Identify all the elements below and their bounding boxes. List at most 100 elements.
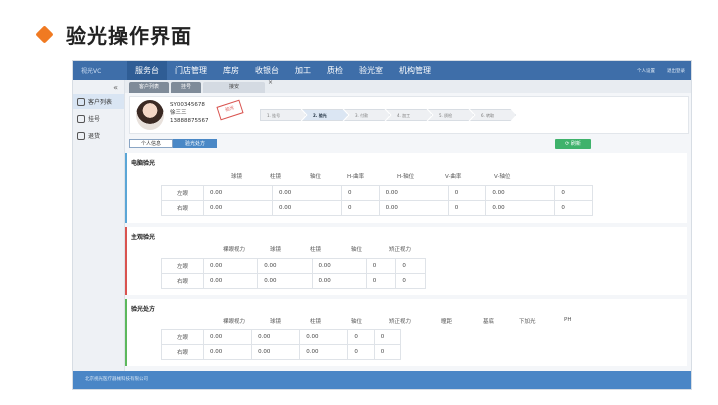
subtab-prescription[interactable]: 验光处方 <box>173 139 217 148</box>
nav-item-cashier[interactable]: 收银台 <box>247 61 287 80</box>
table-cell[interactable]: 0.00 <box>257 273 313 289</box>
table-row: 左眼 0.00 0.00 0.00 0 0 <box>161 258 426 274</box>
diamond-bullet-icon <box>35 25 54 44</box>
nav-item-org[interactable]: 机构管理 <box>391 61 439 80</box>
patient-card: SY00345678 徐三三 13888875567 验光 1. 挂号 2. 验… <box>129 96 689 134</box>
sub-tabs: 个人信息 验光处方 <box>129 139 217 148</box>
table-cell[interactable]: 0 <box>341 185 380 201</box>
nav-item-warehouse[interactable]: 库房 <box>215 61 247 80</box>
step-pickup: 6. 转取 <box>470 109 516 121</box>
refresh-button[interactable]: ⟳ 刷新 <box>555 139 591 149</box>
table-cell[interactable]: 0.00 <box>311 258 367 274</box>
table-cell[interactable]: 0 <box>365 258 397 274</box>
column-header: PH <box>564 317 572 323</box>
app-window: 视光VC 服务台 门店管理 库房 收银台 加工 质检 验光室 机构管理 个人设置… <box>72 60 692 390</box>
sidebar-item-customers[interactable]: 客户列表 <box>73 94 124 109</box>
table-cell[interactable]: 0 <box>554 185 593 201</box>
tab-customer-list[interactable]: 客户列表 <box>129 82 170 93</box>
slide-title: 验光操作界面 <box>35 20 192 49</box>
table-cell[interactable]: 0.00 <box>251 329 301 345</box>
table-cell[interactable]: 0.00 <box>202 200 274 216</box>
eye-label: 右眼 <box>161 273 204 289</box>
logout-link[interactable]: 退出登录 <box>667 68 685 74</box>
id-card-icon <box>77 114 85 123</box>
eye-label: 左眼 <box>161 258 204 274</box>
tab-reception[interactable]: 接安 × <box>203 79 273 93</box>
nav-item-qc[interactable]: 质检 <box>319 61 351 80</box>
table-cell[interactable]: 0 <box>373 329 402 345</box>
table-row: 左眼 0.00 0.00 0.00 0 0 <box>161 329 402 345</box>
nav-item-processing[interactable]: 加工 <box>287 61 319 80</box>
table-cell[interactable]: 0.00 <box>272 200 343 216</box>
prescription-table: 左眼 0.00 0.00 0.00 0 0 右眼 0.00 0.00 0.00 … <box>161 329 402 360</box>
eye-label: 右眼 <box>161 200 204 216</box>
step-qc: 5. 质检 <box>428 109 474 121</box>
column-header: 球镜 <box>270 247 282 253</box>
tab-register[interactable]: 挂号 <box>171 82 202 93</box>
table-cell[interactable]: 0 <box>554 200 593 216</box>
return-icon <box>77 131 85 140</box>
table-cell[interactable]: 0 <box>347 344 375 360</box>
refresh-label: 刷新 <box>570 141 581 147</box>
close-icon[interactable]: × <box>268 77 273 88</box>
top-right-links: 个人设置 退出登录 <box>625 68 691 74</box>
table-row: 右眼 0.00 0.00 0.00 0 0 <box>161 273 426 289</box>
table-cell[interactable]: 0.00 <box>202 258 259 274</box>
column-header: 瞳距 <box>441 319 453 325</box>
table-cell[interactable]: 0.00 <box>311 273 367 289</box>
table-cell[interactable]: 0.00 <box>251 344 301 360</box>
collapse-sidebar-icon[interactable]: « <box>73 84 124 92</box>
column-header: V-曲率 <box>445 174 462 180</box>
column-header: 球镜 <box>231 174 243 180</box>
sidebar-item-register[interactable]: 挂号 <box>73 111 124 126</box>
table-cell[interactable]: 0 <box>373 344 402 360</box>
table-cell[interactable]: 0 <box>395 258 426 274</box>
table-cell[interactable]: 0.00 <box>202 344 253 360</box>
personal-settings-link[interactable]: 个人设置 <box>637 68 655 74</box>
table-cell[interactable]: 0.00 <box>299 329 349 345</box>
nav-item-optometry[interactable]: 验光室 <box>351 61 391 80</box>
table-cell[interactable]: 0 <box>341 200 380 216</box>
tab-bar: 客户列表 挂号 接安 × <box>125 79 691 93</box>
table-cell[interactable]: 0 <box>395 273 426 289</box>
table-cell[interactable]: 0.00 <box>202 273 259 289</box>
sidebar-item-return[interactable]: 退货 <box>73 128 124 143</box>
table-cell[interactable]: 0 <box>365 273 397 289</box>
footer: 北京视光医疗器械科技有限公司 <box>73 371 691 389</box>
column-header: 轴位 <box>351 319 363 325</box>
table-cell[interactable]: 0.00 <box>202 185 274 201</box>
column-header: 柱镜 <box>310 319 322 325</box>
step-payment: 3. 付款 <box>344 109 390 121</box>
progress-steps: 1. 挂号 2. 验光 3. 付款 4. 加工 5. 质检 6. 转取 <box>260 109 516 121</box>
table-row: 左眼 0.00 0.00 0 0.00 0 0.00 0 <box>161 185 593 201</box>
subtab-personal-info[interactable]: 个人信息 <box>129 139 173 148</box>
tab-label: 接安 <box>229 84 240 90</box>
patient-name: 徐三三 <box>170 110 187 116</box>
column-header: 基底 <box>483 319 495 325</box>
table-cell[interactable]: 0.00 <box>202 329 253 345</box>
table-cell[interactable]: 0.00 <box>257 258 313 274</box>
table-cell[interactable]: 0.00 <box>378 200 449 216</box>
column-header: 裸眼视力 <box>223 319 246 325</box>
sidebar-item-label: 客户列表 <box>88 99 113 106</box>
column-header: 柱镜 <box>270 174 282 180</box>
step-optometry: 2. 验光 <box>302 109 348 121</box>
column-header: 矫正视力 <box>389 319 412 325</box>
table-cell[interactable]: 0 <box>447 200 487 216</box>
table-row: 右眼 0.00 0.00 0.00 0 0 <box>161 344 402 360</box>
eye-label: 左眼 <box>161 185 204 201</box>
subjective-optometry-table: 左眼 0.00 0.00 0.00 0 0 右眼 0.00 0.00 0.00 … <box>161 258 426 289</box>
table-cell[interactable]: 0 <box>447 185 487 201</box>
nav-item-service[interactable]: 服务台 <box>127 61 167 80</box>
table-cell[interactable]: 0.00 <box>485 185 556 201</box>
table-cell[interactable]: 0 <box>347 329 375 345</box>
column-header: 轴位 <box>351 247 363 253</box>
table-cell[interactable]: 0.00 <box>378 185 449 201</box>
table-cell[interactable]: 0.00 <box>272 185 343 201</box>
section-title: 主观验光 <box>131 234 156 241</box>
users-icon <box>77 97 85 106</box>
table-cell[interactable]: 0.00 <box>485 200 556 216</box>
table-cell[interactable]: 0.00 <box>299 344 349 360</box>
section-prescription: 验光处方 裸眼视力 球镜 柱镜 轴位 矫正视力 瞳距 基底 下加光 PH 左眼 … <box>125 299 687 366</box>
nav-item-store[interactable]: 门店管理 <box>167 61 215 80</box>
